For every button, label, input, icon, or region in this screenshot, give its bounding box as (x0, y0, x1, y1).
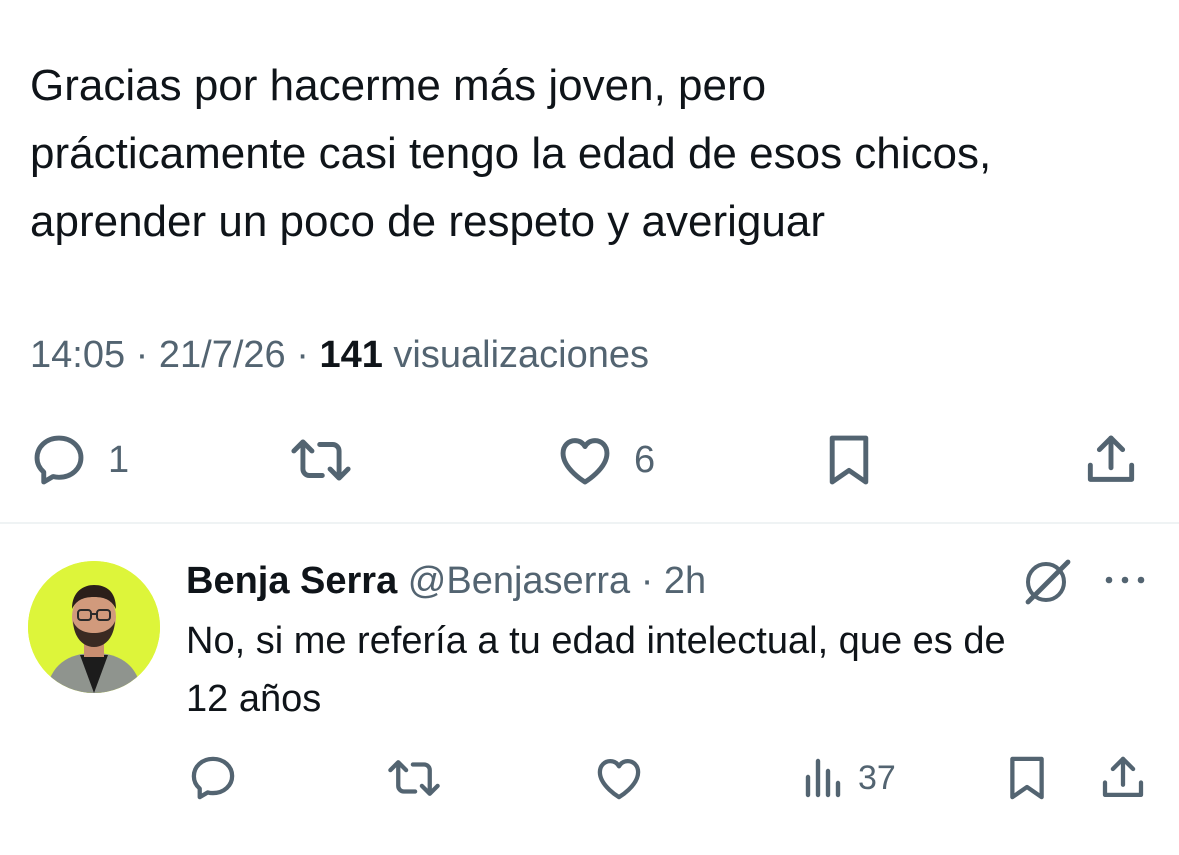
share-icon (1087, 435, 1135, 482)
reply-button[interactable]: 1 (28, 428, 129, 492)
reply-views-count: 37 (858, 758, 896, 797)
repost-icon (291, 439, 351, 481)
tweet-text-line: prácticamente casi tengo la edad de esos… (30, 129, 992, 178)
meta-separator: · (125, 334, 159, 376)
views-icon (805, 758, 841, 798)
reply-share-button[interactable] (1096, 748, 1150, 808)
grok-icon (1025, 559, 1071, 605)
bookmark-button[interactable] (818, 428, 880, 492)
avatar-portrait (28, 561, 160, 693)
bookmark-icon (829, 435, 869, 485)
like-icon (560, 438, 610, 485)
reply-reply-button[interactable] (186, 748, 240, 808)
reply-age[interactable]: 2h (664, 560, 706, 602)
views-count[interactable]: 141 (319, 334, 382, 376)
reply-text-line: No, si me refería a tu edad intelectual,… (186, 620, 1006, 662)
reply-icon (191, 756, 235, 800)
repost-button[interactable] (286, 428, 374, 492)
reply-count: 1 (108, 438, 130, 481)
more-button[interactable] (1100, 562, 1150, 598)
tweet-text: Gracias por hacerme más joven, pero prác… (30, 52, 1160, 256)
tweet-date[interactable]: 21/7/26 (159, 334, 286, 376)
reply-actions: 37 (0, 748, 1179, 808)
divider (0, 522, 1179, 524)
reply-text: No, si me refería a tu edad intelectual,… (186, 612, 1156, 728)
share-icon (1102, 756, 1144, 798)
bookmark-icon (1010, 756, 1044, 800)
tweet-time[interactable]: 14:05 (30, 334, 125, 376)
reply-bookmark-button[interactable] (1000, 748, 1054, 808)
reply-like-button[interactable] (592, 748, 646, 808)
reply-icon (34, 435, 84, 485)
meta-separator: · (630, 560, 664, 602)
tweet-text-line: Gracias por hacerme más joven, pero (30, 61, 767, 110)
tweet-meta: 14:05 · 21/7/26 · 141 visualizaciones (30, 334, 649, 377)
author-name[interactable]: Benja Serra (186, 560, 397, 602)
like-count: 6 (634, 438, 656, 481)
tweet-actions: 1 6 (0, 428, 1179, 492)
tweet-text-line: aprender un poco de respeto y averiguar (30, 197, 825, 246)
author-handle[interactable]: @Benjaserra (408, 560, 630, 602)
like-icon (597, 758, 641, 800)
meta-separator: · (285, 334, 320, 376)
reply-repost-button[interactable] (384, 748, 444, 808)
grok-button[interactable] (1020, 556, 1074, 606)
like-button[interactable]: 6 (554, 428, 655, 492)
reply-header: Benja Serra @Benjaserra · 2h (186, 556, 706, 606)
avatar[interactable] (28, 561, 160, 693)
more-icon (1105, 576, 1145, 584)
reply-text-line: 12 años (186, 678, 322, 720)
share-button[interactable] (1080, 428, 1142, 492)
views-label[interactable]: visualizaciones (383, 334, 649, 376)
repost-icon (388, 760, 440, 796)
reply-views-button[interactable]: 37 (798, 748, 896, 808)
